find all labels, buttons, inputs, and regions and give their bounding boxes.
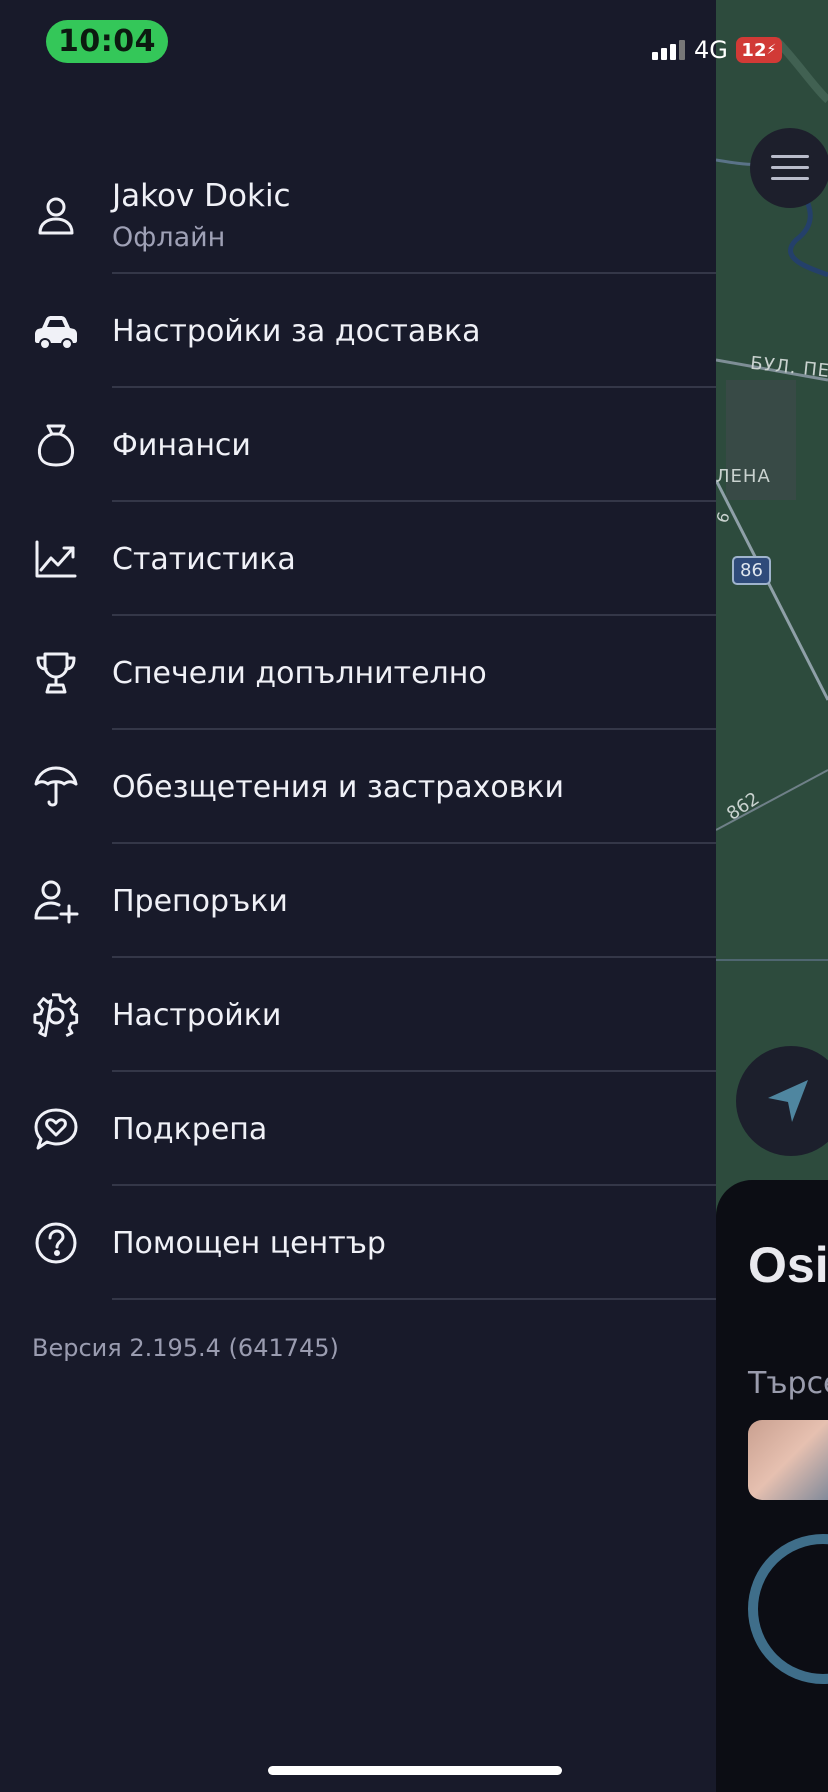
divider: [112, 1298, 716, 1300]
menu-item-label: Настройки за доставка: [112, 313, 481, 349]
panel-title: Osi: [748, 1237, 828, 1293]
user-icon: [32, 192, 80, 240]
menu-item-label: Финанси: [112, 427, 251, 463]
add-user-icon: [32, 877, 80, 925]
network-type: 4G: [694, 36, 728, 64]
hamburger-icon: [771, 155, 809, 180]
go-online-button[interactable]: [748, 1534, 828, 1684]
menu-item-referrals[interactable]: Препоръки: [0, 844, 716, 958]
menu-item-earn-more[interactable]: Спечели допълнително: [0, 616, 716, 730]
status-time: 10:04: [46, 20, 168, 63]
help-icon: [32, 1219, 80, 1267]
bottom-sheet[interactable]: Osi Търсе: [716, 1180, 828, 1792]
promo-image[interactable]: [748, 1420, 828, 1500]
map-view[interactable]: БУЛ. ПЕЩ ЛЕНА 6 86 862 Osi Търсе: [716, 0, 828, 1792]
menu-item-statistics[interactable]: Статистика: [0, 502, 716, 616]
profile-status: Офлайн: [112, 222, 226, 253]
money-bag-icon: [32, 421, 80, 469]
navigation-arrow-icon: [768, 1080, 808, 1122]
profile-row[interactable]: Jakov Dokic Офлайн: [0, 158, 716, 274]
menu-item-insurance[interactable]: Обезщетения и застраховки: [0, 730, 716, 844]
app-version: Версия 2.195.4 (641745): [32, 1334, 339, 1362]
heart-chat-icon: [32, 1105, 80, 1153]
battery-icon: 12 ⚡: [735, 37, 782, 63]
gear-icon: [32, 991, 80, 1039]
menu-item-label: Подкрепа: [112, 1111, 268, 1147]
road-number-badge: 86: [732, 556, 771, 585]
menu-item-label: Спечели допълнително: [112, 655, 487, 691]
status-indicators: 4G 12 ⚡: [652, 30, 782, 70]
drawer-menu: Jakov Dokic Офлайн Настройки за доставка: [0, 158, 716, 1300]
menu-item-label: Статистика: [112, 541, 296, 577]
chart-icon: [32, 535, 80, 583]
menu-item-label: Препоръки: [112, 883, 288, 919]
umbrella-icon: [32, 763, 80, 811]
menu-item-label: Помощен център: [112, 1225, 386, 1261]
map-menu-button[interactable]: [750, 128, 828, 208]
trophy-icon: [32, 649, 80, 697]
menu-item-delivery-settings[interactable]: Настройки за доставка: [0, 274, 716, 388]
menu-item-settings[interactable]: Настройки: [0, 958, 716, 1072]
profile-name: Jakov Dokic: [112, 178, 291, 214]
panel-subtitle: Търсе: [748, 1366, 828, 1401]
menu-item-support[interactable]: Подкрепа: [0, 1072, 716, 1186]
district-label: ЛЕНА: [716, 466, 771, 487]
menu-item-finances[interactable]: Финанси: [0, 388, 716, 502]
menu-item-label: Обезщетения и застраховки: [112, 769, 565, 805]
side-drawer: 10:04 4G 12 ⚡ Jakov Dokic Офлайн Настрой…: [0, 0, 782, 1792]
signal-icon: [652, 40, 685, 60]
car-icon: [32, 307, 80, 355]
menu-item-label: Настройки: [112, 997, 282, 1033]
battery-level: 12: [741, 39, 767, 61]
menu-item-help-center[interactable]: Помощен център: [0, 1186, 716, 1300]
home-indicator[interactable]: [268, 1766, 562, 1775]
